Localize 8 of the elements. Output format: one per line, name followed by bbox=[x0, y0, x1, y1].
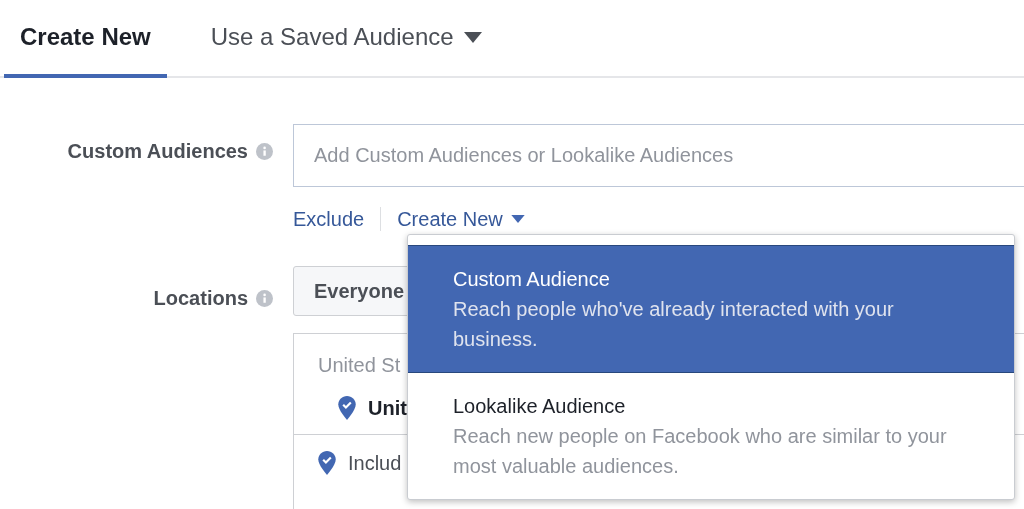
country-header: United St bbox=[318, 354, 402, 378]
field-label: Locations bbox=[153, 286, 248, 310]
menu-item-description: Reach new people on Facebook who are similar to your most valuable audiences. bbox=[453, 424, 948, 479]
field-label: Custom Audiences bbox=[67, 139, 248, 163]
location-name: Unit bbox=[368, 396, 407, 420]
menu-item-title: Lookalike Audience bbox=[453, 394, 627, 419]
menu-item-title: Custom Audience bbox=[453, 267, 611, 292]
menu-item-description: Reach people who've already interacted with your business. bbox=[453, 297, 895, 352]
